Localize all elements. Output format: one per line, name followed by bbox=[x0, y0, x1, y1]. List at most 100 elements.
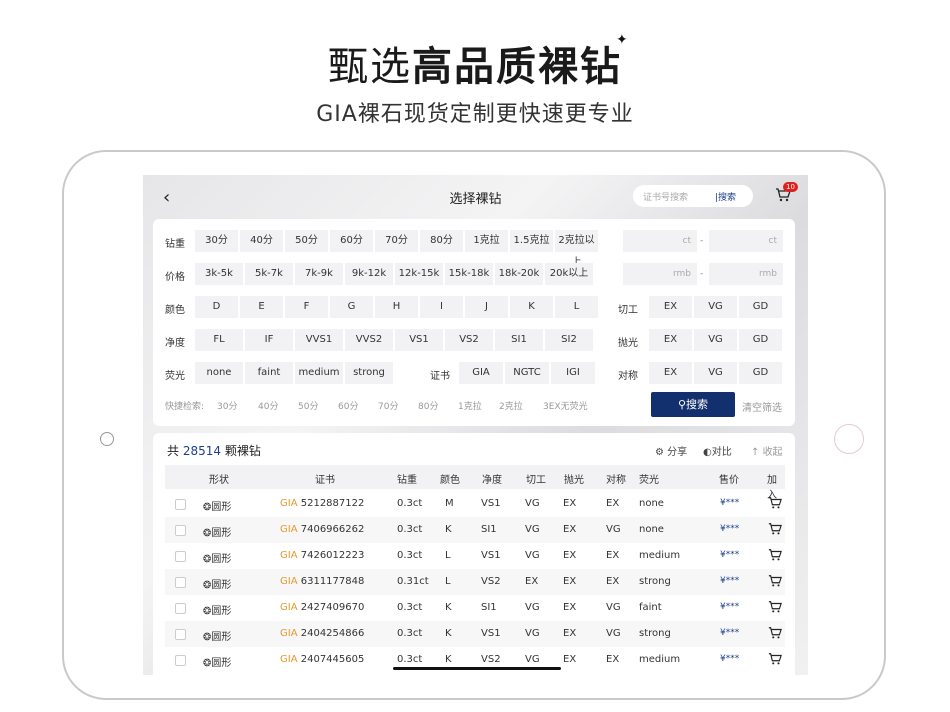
row-checkbox[interactable] bbox=[175, 655, 186, 666]
cut-chip[interactable]: EX bbox=[649, 296, 692, 318]
color-chip[interactable]: H bbox=[375, 296, 418, 318]
carat-chip[interactable]: 50分 bbox=[285, 230, 328, 252]
table-row[interactable]: ❂圆形 GIA 2427409670 0.3ct K SI1 VG EX VG faint ¥**… bbox=[165, 595, 785, 621]
carat-min-input[interactable]: ct bbox=[623, 230, 697, 252]
cert-chip[interactable]: NGTC bbox=[505, 362, 549, 384]
quick-search-item[interactable]: 40分 bbox=[258, 399, 278, 412]
fluor-chip[interactable]: medium bbox=[295, 362, 343, 384]
cut-chip[interactable]: GD bbox=[739, 296, 782, 318]
clarity-chip[interactable]: FL bbox=[195, 329, 243, 351]
quick-search-item[interactable]: 70分 bbox=[378, 399, 398, 412]
symmetry-chip[interactable]: VG bbox=[694, 362, 737, 384]
color-chip[interactable]: E bbox=[240, 296, 283, 318]
cut-chip[interactable]: VG bbox=[694, 296, 737, 318]
color-chip[interactable]: G bbox=[330, 296, 373, 318]
add-to-cart-icon[interactable] bbox=[768, 548, 782, 565]
price-chip[interactable]: 20k以上 bbox=[545, 263, 593, 285]
carat-chip[interactable]: 30分 bbox=[195, 230, 238, 252]
row-checkbox[interactable] bbox=[175, 499, 186, 510]
symmetry-chip[interactable]: GD bbox=[739, 362, 782, 384]
color-chip[interactable]: L bbox=[555, 296, 598, 318]
price-chip[interactable]: 12k-15k bbox=[395, 263, 443, 285]
add-to-cart-icon[interactable] bbox=[768, 652, 782, 669]
carat-chip[interactable]: 1克拉 bbox=[465, 230, 508, 252]
row-checkbox[interactable] bbox=[175, 603, 186, 614]
share-button[interactable]: ⚙ 分享 bbox=[655, 443, 687, 458]
quick-search-item[interactable]: 60分 bbox=[338, 399, 358, 412]
carat-chip[interactable]: 40分 bbox=[240, 230, 283, 252]
price-label: 价格 bbox=[165, 272, 185, 283]
clarity-chip[interactable]: VS1 bbox=[395, 329, 443, 351]
quick-search-item[interactable]: 3EX无荧光 bbox=[543, 399, 588, 412]
filter-search-button[interactable]: ⚲搜索 bbox=[651, 392, 735, 417]
fluor-chip[interactable]: none bbox=[195, 362, 243, 384]
quick-search-item[interactable]: 80分 bbox=[418, 399, 438, 412]
sym-cell: VG bbox=[606, 628, 621, 639]
price-chip[interactable]: 9k-12k bbox=[345, 263, 393, 285]
color-chip[interactable]: D bbox=[195, 296, 238, 318]
shape-cell: ❂圆形 bbox=[203, 524, 231, 539]
compare-button[interactable]: ◐对比 bbox=[703, 443, 732, 458]
cert-chip[interactable]: IGI bbox=[551, 362, 595, 384]
clarity-chip[interactable]: VS2 bbox=[445, 329, 493, 351]
quick-search-item[interactable]: 30分 bbox=[217, 399, 237, 412]
price-chip[interactable]: 18k-20k bbox=[495, 263, 543, 285]
quick-search-item[interactable]: 1克拉 bbox=[458, 399, 482, 412]
table-row[interactable]: ❂圆形 GIA 2404254866 0.3ct K VS1 VG EX VG strong ¥*… bbox=[165, 621, 785, 647]
carat-chip[interactable]: 2克拉以上 bbox=[555, 230, 598, 268]
table-row[interactable]: ❂圆形 GIA 5212887122 0.3ct M VS1 VG EX EX none ¥*** bbox=[165, 491, 785, 517]
carat-chip[interactable]: 80分 bbox=[420, 230, 463, 252]
carat-chip[interactable]: 70分 bbox=[375, 230, 418, 252]
row-checkbox[interactable] bbox=[175, 551, 186, 562]
price-chip[interactable]: 5k-7k bbox=[245, 263, 293, 285]
table-row[interactable]: ❂圆形 GIA 7406966262 0.3ct K SI1 VG EX VG none ¥*** bbox=[165, 517, 785, 543]
row-checkbox[interactable] bbox=[175, 577, 186, 588]
carat-chip[interactable]: 1.5克拉 bbox=[510, 230, 553, 252]
clarity-chip[interactable]: VVS2 bbox=[345, 329, 393, 351]
polish-chip[interactable]: VG bbox=[694, 329, 737, 351]
add-to-cart-icon[interactable] bbox=[768, 522, 782, 539]
add-to-cart-icon[interactable] bbox=[768, 626, 782, 643]
shape-cell: ❂圆形 bbox=[203, 498, 231, 513]
color-chip[interactable]: J bbox=[465, 296, 508, 318]
carat-max-input[interactable]: ct bbox=[709, 230, 783, 252]
collapse-button[interactable]: ↑ 收起 bbox=[751, 443, 783, 458]
polish-chip[interactable]: EX bbox=[649, 329, 692, 351]
color-chip[interactable]: F bbox=[285, 296, 328, 318]
table-row[interactable]: ❂圆形 GIA 6311177848 0.31ct L VS2 EX EX EX strong ¥… bbox=[165, 569, 785, 595]
clarity-chip[interactable]: VVS1 bbox=[295, 329, 343, 351]
price-min-input[interactable]: rmb bbox=[623, 263, 697, 285]
add-to-cart-icon[interactable] bbox=[768, 600, 782, 617]
add-to-cart-icon[interactable] bbox=[768, 574, 782, 591]
color-cell: K bbox=[445, 654, 452, 665]
fluor-chip[interactable]: strong bbox=[345, 362, 393, 384]
cut-cell: VG bbox=[525, 628, 540, 639]
table-row[interactable]: ❂圆形 GIA 7426012223 0.3ct L VS1 VG EX EX medium ¥*… bbox=[165, 543, 785, 569]
search-button[interactable]: |搜索 bbox=[715, 190, 736, 203]
quick-search-item[interactable]: 50分 bbox=[298, 399, 318, 412]
polish-chip[interactable]: GD bbox=[739, 329, 782, 351]
quick-search-item[interactable]: 2克拉 bbox=[499, 399, 523, 412]
carat-chip[interactable]: 60分 bbox=[330, 230, 373, 252]
price-chip[interactable]: 15k-18k bbox=[445, 263, 493, 285]
fluor-chip[interactable]: faint bbox=[245, 362, 293, 384]
clear-filter-button[interactable]: 清空筛选 bbox=[742, 399, 782, 414]
cert-chip[interactable]: GIA bbox=[459, 362, 503, 384]
row-checkbox[interactable] bbox=[175, 525, 186, 536]
price-max-input[interactable]: rmb bbox=[709, 263, 783, 285]
price-chip[interactable]: 7k-9k bbox=[295, 263, 343, 285]
clarity-chip[interactable]: IF bbox=[245, 329, 293, 351]
price-chip[interactable]: 3k-5k bbox=[195, 263, 243, 285]
row-checkbox[interactable] bbox=[175, 629, 186, 640]
clarity-chip[interactable]: SI1 bbox=[495, 329, 543, 351]
clarity-chip[interactable]: SI2 bbox=[545, 329, 593, 351]
color-chip[interactable]: K bbox=[510, 296, 553, 318]
search-placeholder: 证书号搜索 bbox=[643, 193, 689, 203]
cert-search-input[interactable]: 证书号搜索 |搜索 bbox=[633, 185, 753, 207]
symmetry-chip[interactable]: EX bbox=[649, 362, 692, 384]
cart-badge: 10 bbox=[783, 182, 798, 192]
shape-text: 圆形 bbox=[211, 632, 232, 643]
add-to-cart-icon[interactable] bbox=[768, 496, 782, 513]
color-chip[interactable]: I bbox=[420, 296, 463, 318]
cert-lab: GIA bbox=[280, 498, 298, 509]
